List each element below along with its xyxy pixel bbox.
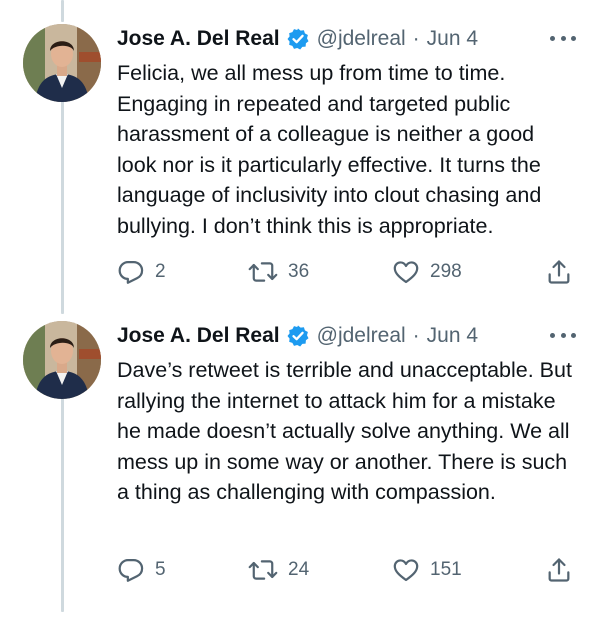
share-button[interactable] [545, 256, 573, 288]
reply-icon [118, 260, 144, 284]
tweet-date[interactable]: Jun 4 [427, 27, 478, 51]
like-button[interactable]: 151 [392, 554, 462, 586]
verified-badge-icon [286, 324, 310, 348]
more-dots-icon[interactable] [550, 28, 576, 48]
retweet-count: 24 [288, 559, 310, 580]
like-count: 151 [430, 559, 462, 580]
reply-button[interactable]: 2 [117, 256, 166, 288]
avatar[interactable] [23, 321, 101, 399]
author-name[interactable]: Jose A. Del Real [117, 324, 280, 348]
share-icon [548, 260, 570, 284]
more-dots-icon[interactable] [550, 325, 576, 345]
separator-dot: · [412, 27, 420, 50]
thread-line-middle [61, 99, 64, 314]
share-icon [548, 558, 570, 582]
verified-badge-icon [286, 27, 310, 51]
reply-icon [118, 558, 144, 582]
separator-dot: · [412, 324, 420, 347]
reply-button[interactable]: 5 [117, 554, 166, 586]
author-name[interactable]: Jose A. Del Real [117, 27, 280, 51]
like-count: 298 [430, 261, 462, 282]
retweet-icon [248, 262, 278, 282]
tweet-header: Jose A. Del Real @jdelreal · Jun 4 [117, 321, 478, 351]
author-handle[interactable]: @jdelreal [317, 27, 406, 51]
heart-icon [393, 261, 419, 284]
retweet-count: 36 [288, 261, 310, 282]
like-button[interactable]: 298 [392, 256, 462, 288]
tweet-text: Felicia, we all mess up from time to tim… [117, 61, 542, 238]
reply-count: 5 [155, 559, 166, 580]
tweet-header: Jose A. Del Real @jdelreal · Jun 4 [117, 24, 478, 54]
retweet-button[interactable]: 36 [248, 256, 309, 288]
share-button[interactable] [545, 554, 573, 586]
reply-count: 2 [155, 261, 166, 282]
tweet-actions: 2 36 298 [117, 256, 577, 288]
author-handle[interactable]: @jdelreal [317, 324, 406, 348]
thread-line-top [61, 0, 64, 22]
retweet-button[interactable]: 24 [248, 554, 309, 586]
heart-icon [393, 559, 419, 582]
tweet-actions: 5 24 151 [117, 554, 577, 586]
thread-line-bottom [61, 397, 64, 612]
tweet-text: Dave’s retweet is terrible and unaccepta… [117, 358, 572, 504]
tweet-date[interactable]: Jun 4 [427, 324, 478, 348]
avatar[interactable] [23, 24, 101, 102]
retweet-icon [248, 560, 278, 580]
